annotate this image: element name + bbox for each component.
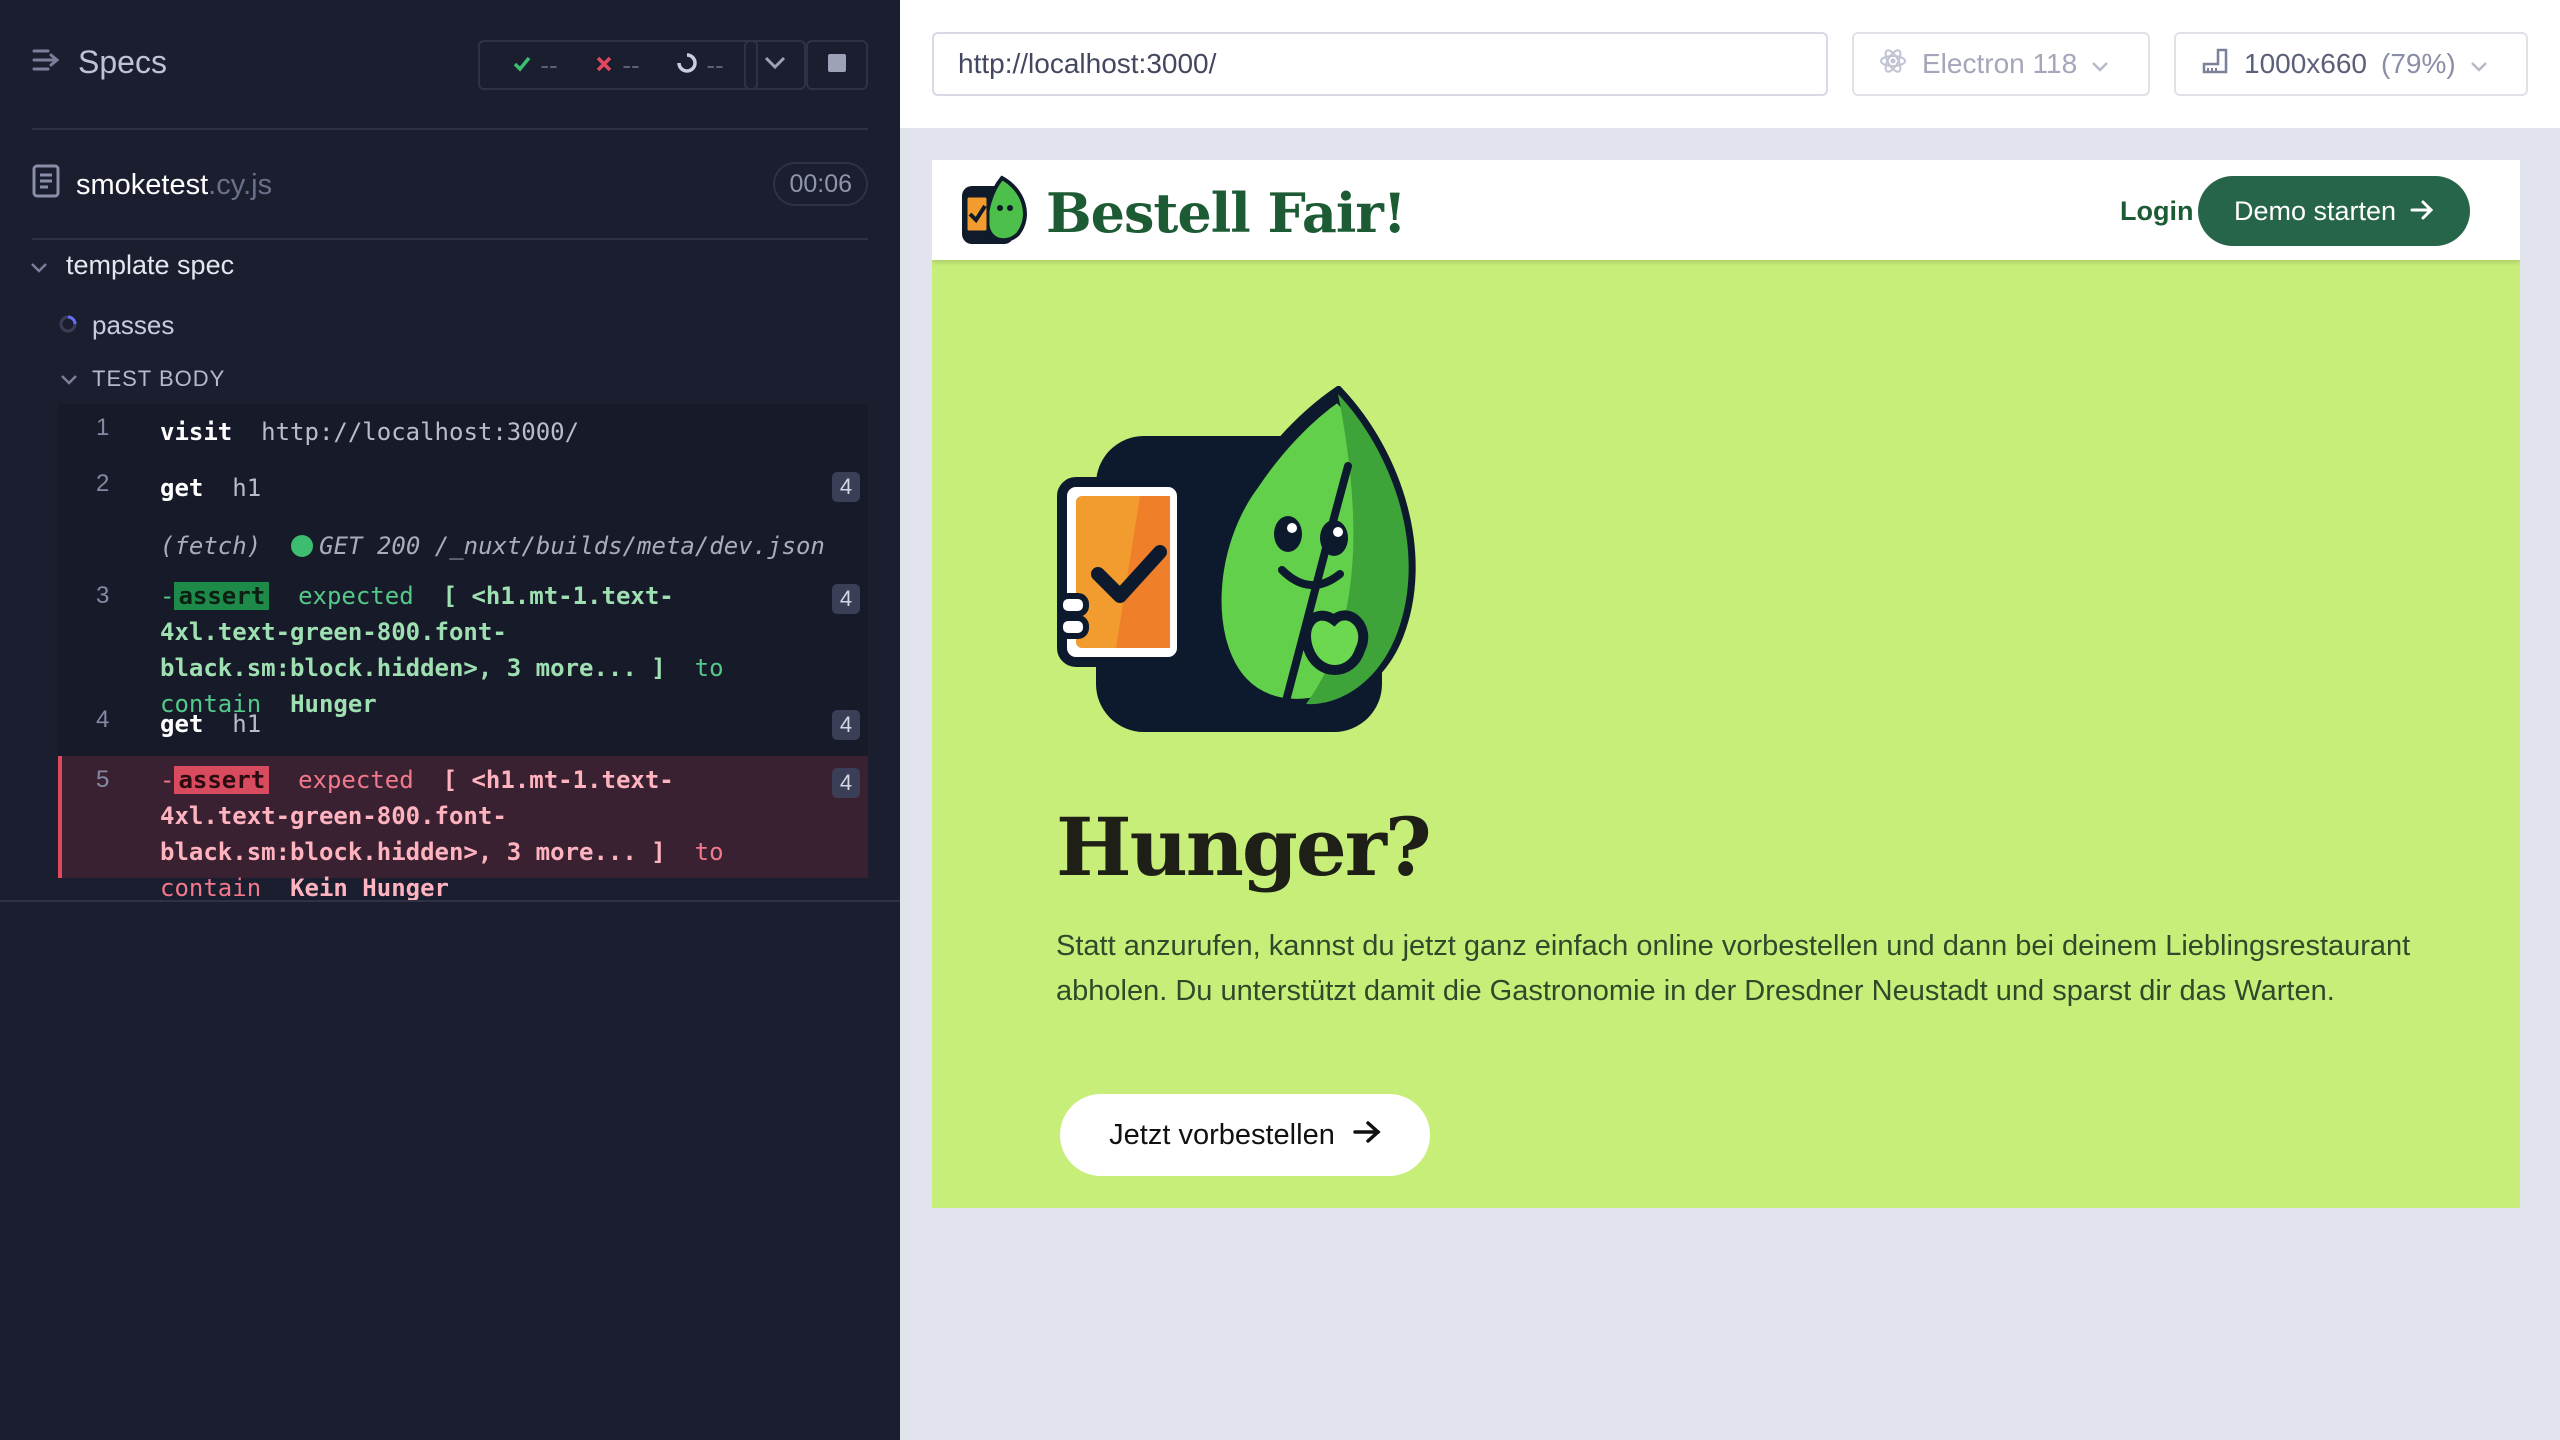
- assert-chip: assert: [174, 582, 270, 610]
- command-log: 1 visit http://localhost:3000/ 2 get h1 …: [58, 404, 868, 902]
- command-number: 3: [96, 582, 110, 609]
- running-spinner-icon: [58, 310, 78, 341]
- command-number: 2: [96, 470, 110, 497]
- preorder-button[interactable]: Jetzt vorbestellen: [1060, 1094, 1430, 1176]
- element-count-badge: 4: [832, 768, 860, 798]
- test-title: passes: [92, 310, 175, 340]
- suite-title: template spec: [66, 250, 235, 280]
- fetch-row[interactable]: (fetch) GET 200 /_nuxt/builds/meta/dev.js…: [58, 516, 868, 572]
- command-name: visit: [160, 418, 233, 446]
- chevron-down-icon: [60, 366, 78, 392]
- spec-file-name: smoketest: [76, 168, 209, 201]
- command-arg: h1: [232, 710, 262, 738]
- viewport-size: 1000x660: [2244, 48, 2368, 79]
- assert-dash: -: [160, 766, 175, 794]
- test-stats: -- -- --: [478, 40, 758, 90]
- cypress-runner-panel: Specs -- -- -- smoketest.cy.js 00:06 tem…: [0, 0, 900, 1440]
- pending-count: --: [706, 49, 724, 80]
- demo-start-button[interactable]: Demo starten: [2198, 176, 2470, 246]
- browser-name: Electron 118: [1922, 48, 2078, 79]
- success-dot-icon: [291, 535, 314, 557]
- assert-row-failed[interactable]: 5 - assert expected [ <h1.mt-1.text-4xl.t…: [58, 756, 868, 902]
- hero-title: Hunger?: [1056, 800, 1432, 894]
- x-icon: [594, 50, 614, 81]
- fetch-label: (fetch): [160, 532, 262, 560]
- assert-row-passed[interactable]: 3 - assert expected [ <h1.mt-1.text-4xl.t…: [58, 576, 868, 718]
- command-row[interactable]: 2 get h1 4: [58, 460, 868, 516]
- preview-toolbar: http://localhost:3000/ Electron 118 1000…: [900, 0, 2560, 128]
- fetch-text: GET 200 /_nuxt/builds/meta/dev.json: [319, 532, 825, 560]
- app-preview-panel: http://localhost:3000/ Electron 118 1000…: [900, 0, 2560, 1440]
- spec-file-ext: .cy.js: [208, 168, 273, 201]
- chevron-down-icon: [2470, 48, 2488, 80]
- element-count-badge: 4: [832, 584, 860, 614]
- chevron-down-icon: [30, 250, 48, 281]
- chevron-down-icon: [2091, 48, 2109, 80]
- chevron-down-icon: [764, 56, 786, 75]
- passed-stat: --: [512, 49, 558, 81]
- viewport-selector[interactable]: 1000x660 (79%): [2174, 32, 2528, 96]
- app-under-test: Bestell Fair! Login Demo starten Hunger?…: [932, 160, 2520, 1208]
- brand-logo-link[interactable]: Bestell Fair!: [958, 172, 1407, 253]
- hero-description: Statt anzurufen, kannst du jetzt ganz ei…: [1056, 930, 2411, 1007]
- arrow-right-icon: [1353, 1119, 1381, 1152]
- spec-file-title: smoketest.cy.js: [32, 164, 272, 206]
- specs-header: Specs -- -- --: [32, 0, 868, 130]
- command-number: 1: [96, 414, 110, 441]
- duration-badge: 00:06: [773, 162, 868, 206]
- pending-stat: --: [676, 49, 724, 81]
- hero-leaf-mascot-image: [1056, 384, 1416, 751]
- assert-value: Kein Hunger: [290, 874, 450, 902]
- command-name: get: [160, 474, 204, 502]
- command-row[interactable]: 1 visit http://localhost:3000/: [58, 404, 868, 460]
- failed-stat: --: [594, 49, 640, 81]
- url-bar[interactable]: http://localhost:3000/: [932, 32, 1828, 96]
- command-number: 4: [96, 706, 110, 733]
- brand-name: Bestell Fair!: [1046, 180, 1407, 245]
- file-icon: [32, 164, 60, 206]
- test-body-label: TEST BODY: [92, 366, 226, 391]
- specs-label: Specs: [78, 44, 167, 80]
- assert-pre: expected: [298, 582, 414, 610]
- dropdown-button[interactable]: [744, 40, 806, 90]
- browser-selector[interactable]: Electron 118: [1852, 32, 2150, 96]
- spec-file-row: smoketest.cy.js 00:06: [32, 130, 868, 240]
- spinner-icon: [676, 50, 698, 81]
- specs-list-icon: [32, 44, 62, 81]
- command-number: 5: [96, 766, 110, 793]
- demo-button-label: Demo starten: [2233, 195, 2397, 226]
- login-link[interactable]: Login: [2120, 196, 2193, 227]
- suite-row[interactable]: template spec: [30, 250, 234, 281]
- stop-icon: [827, 53, 847, 78]
- command-arg: http://localhost:3000/: [261, 418, 580, 446]
- app-navbar: Bestell Fair! Login Demo starten: [932, 160, 2520, 260]
- command-row[interactable]: 4 get h1 4: [58, 696, 868, 752]
- stop-button[interactable]: [806, 40, 868, 90]
- preorder-button-label: Jetzt vorbestellen: [1109, 1118, 1335, 1151]
- assert-pre: expected: [298, 766, 414, 794]
- passed-count: --: [540, 49, 558, 80]
- electron-icon: [1878, 46, 1908, 83]
- arrow-right-icon: [2410, 196, 2434, 227]
- element-count-badge: 4: [832, 472, 860, 502]
- command-name: get: [160, 710, 204, 738]
- ruler-icon: [2200, 46, 2230, 83]
- test-row[interactable]: passes: [58, 310, 174, 341]
- specs-toggle[interactable]: Specs: [32, 44, 167, 81]
- element-count-badge: 4: [832, 710, 860, 740]
- assert-dash: -: [160, 582, 175, 610]
- viewport-zoom: (79%): [2381, 48, 2456, 79]
- command-arg: h1: [232, 474, 262, 502]
- logo-icon: [958, 172, 1034, 253]
- assert-chip: assert: [174, 766, 270, 794]
- divider: [0, 900, 900, 902]
- test-body-header[interactable]: TEST BODY: [60, 366, 225, 392]
- check-icon: [512, 50, 532, 81]
- failed-count: --: [622, 49, 640, 80]
